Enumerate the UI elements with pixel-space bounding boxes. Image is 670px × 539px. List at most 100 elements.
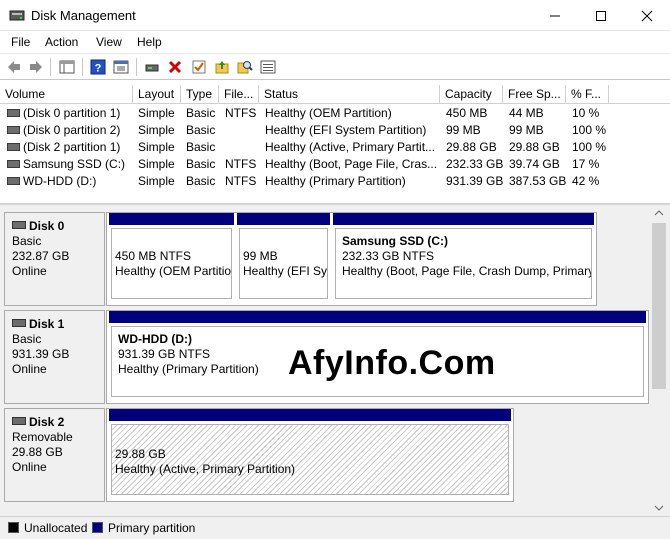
menu-bar: File Action View Help <box>0 31 670 53</box>
check-button[interactable] <box>190 58 208 76</box>
column-header-capacity[interactable]: Capacity <box>440 85 503 104</box>
disk-1-status: Online <box>12 362 47 376</box>
maximize-icon <box>596 10 606 21</box>
primary-partition-bar <box>333 213 594 225</box>
search-button[interactable] <box>236 58 254 76</box>
primary-partition-bar <box>237 213 330 225</box>
volume-cell-type: Basic <box>186 123 216 137</box>
volume-cell-percent-free: 100 % <box>572 123 607 137</box>
help-icon: ? <box>90 59 106 75</box>
column-header-volume[interactable]: Volume <box>0 85 133 104</box>
volume-cell-layout: Simple <box>138 174 175 188</box>
partition-size: 450 MB NTFS <box>115 249 192 263</box>
toolbar: ? <box>0 53 670 80</box>
partition-status: Healthy (EFI Sys <box>243 264 328 278</box>
minimize-icon <box>550 15 560 16</box>
connect-button[interactable] <box>143 58 161 76</box>
volume-list-header: Volume Layout Type File... Status Capaci… <box>0 85 670 104</box>
disk-0-label[interactable]: Disk 0 Basic 232.87 GB Online <box>4 212 105 306</box>
delete-button[interactable] <box>166 58 184 76</box>
disk-0-partitions: 450 MB NTFS Healthy (OEM Partitio 99 MB … <box>106 212 597 306</box>
folder-up-icon <box>215 61 229 74</box>
show-hide-tree-button[interactable] <box>58 58 76 76</box>
volume-cell-free-space: 44 MB <box>509 106 544 120</box>
volume-cell-file-system <box>225 139 259 156</box>
column-header-free-space[interactable]: Free Sp... <box>503 85 566 104</box>
disk-1-size: 931.39 GB <box>12 347 70 361</box>
volume-row[interactable]: (Disk 0 partition 2) Simple Basic Healthy (… <box>0 122 670 139</box>
partition-size: 232.33 GB NTFS <box>342 249 435 263</box>
volume-row[interactable]: (Disk 0 partition 1) Simple Basic NTFS Healt… <box>0 105 670 122</box>
column-header-file-system[interactable]: File... <box>219 85 259 104</box>
volume-cell-type: Basic <box>186 140 216 154</box>
scrollbar-thumb[interactable] <box>652 223 666 389</box>
disk-0-partition-c[interactable]: Samsung SSD (C:) 232.33 GB NTFS Healthy … <box>333 213 594 301</box>
volume-cell-percent-free: 42 % <box>572 174 600 188</box>
disk-1-label[interactable]: Disk 1 Basic 931.39 GB Online <box>4 310 105 404</box>
disk-0-size: 232.87 GB <box>12 249 70 263</box>
legend-unallocated: Unallocated <box>24 521 88 535</box>
menu-view[interactable]: View <box>96 35 122 49</box>
disk-0-partition-2[interactable]: 99 MB Healthy (EFI Sys <box>237 213 330 301</box>
partition-status: Healthy (Boot, Page File, Crash Dump, Pr… <box>342 264 592 278</box>
volume-cell-percent-free: 17 % <box>572 157 600 171</box>
menu-file[interactable]: File <box>11 35 30 49</box>
scroll-down-arrow-icon[interactable] <box>654 505 664 511</box>
primary-partition-swatch <box>92 522 103 533</box>
properties-button[interactable] <box>112 58 130 76</box>
disk-1-type: Basic <box>12 332 42 346</box>
disk-2-name: Disk 2 <box>12 415 104 430</box>
primary-partition-bar <box>109 409 511 421</box>
disk-2-partitions: 29.88 GB Healthy (Active, Primary Partit… <box>106 408 514 502</box>
disk-pane-scrollbar[interactable] <box>650 205 668 516</box>
volume-cell-type: Basic <box>186 174 216 188</box>
forward-button[interactable] <box>27 58 45 76</box>
volume-cell-status: Healthy (Boot, Page File, Cras... <box>265 157 438 171</box>
list-icon <box>260 60 276 74</box>
menu-help[interactable]: Help <box>137 35 162 49</box>
search-icon <box>237 61 253 74</box>
volume-cell-layout: Simple <box>138 140 175 154</box>
volume-cell-volume: (Disk 0 partition 1) <box>7 105 133 122</box>
volume-cell-capacity: 450 MB <box>446 106 488 120</box>
volume-row[interactable]: Samsung SSD (C:) Simple Basic NTFS Healthy (… <box>0 156 670 173</box>
folder-up-button[interactable] <box>213 58 231 76</box>
volume-cell-file-system: NTFS <box>225 106 257 120</box>
title-bar: Disk Management <box>0 0 670 31</box>
volume-cell-free-space: 39.74 GB <box>509 157 560 171</box>
scroll-up-arrow-icon[interactable] <box>654 210 664 216</box>
connect-icon <box>145 64 159 72</box>
volume-cell-free-space: 99 MB <box>509 123 544 137</box>
volume-row[interactable]: WD-HDD (D:) Simple Basic NTFS Healthy (Prima… <box>0 173 670 190</box>
list-view-button[interactable] <box>259 58 277 76</box>
column-header-type[interactable]: Type <box>181 85 219 104</box>
volume-name: WD-HDD (D:) <box>23 174 97 188</box>
maximize-button[interactable] <box>578 0 624 31</box>
volume-name: Samsung SSD (C:) <box>23 157 126 171</box>
primary-partition-bar <box>109 311 646 323</box>
volume-row[interactable]: (Disk 2 partition 1) Simple Basic Healthy (… <box>0 139 670 156</box>
minimize-button[interactable] <box>532 0 578 31</box>
disk-2-status: Online <box>12 460 47 474</box>
column-header-status[interactable]: Status <box>259 85 440 104</box>
partition-details: 450 MB NTFS Healthy (OEM Partitio <box>111 228 232 299</box>
back-button[interactable] <box>5 58 23 76</box>
help-button[interactable]: ? <box>89 58 107 76</box>
volume-cell-file-system <box>225 122 259 139</box>
check-icon <box>192 60 206 74</box>
volume-name: (Disk 2 partition 1) <box>23 140 121 154</box>
disk-2-partition-1[interactable]: 29.88 GB Healthy (Active, Primary Partit… <box>109 409 511 497</box>
partition-details: 99 MB Healthy (EFI Sys <box>239 228 328 299</box>
legend-bar: Unallocated Primary partition <box>0 516 670 539</box>
partition-status: Healthy (OEM Partitio <box>115 264 232 278</box>
partition-name: Samsung SSD (C:) <box>342 234 449 248</box>
volume-cell-volume: Samsung SSD (C:) <box>7 156 133 173</box>
column-header-layout[interactable]: Layout <box>133 85 181 104</box>
volume-icon <box>7 109 20 117</box>
column-header-percent-free[interactable]: % F... <box>566 85 609 104</box>
svg-text:?: ? <box>95 63 102 75</box>
menu-action[interactable]: Action <box>45 35 78 49</box>
disk-0-partition-1[interactable]: 450 MB NTFS Healthy (OEM Partitio <box>109 213 234 301</box>
disk-2-label[interactable]: Disk 2 Removable 29.88 GB Online <box>4 408 105 502</box>
close-button[interactable] <box>624 0 670 31</box>
